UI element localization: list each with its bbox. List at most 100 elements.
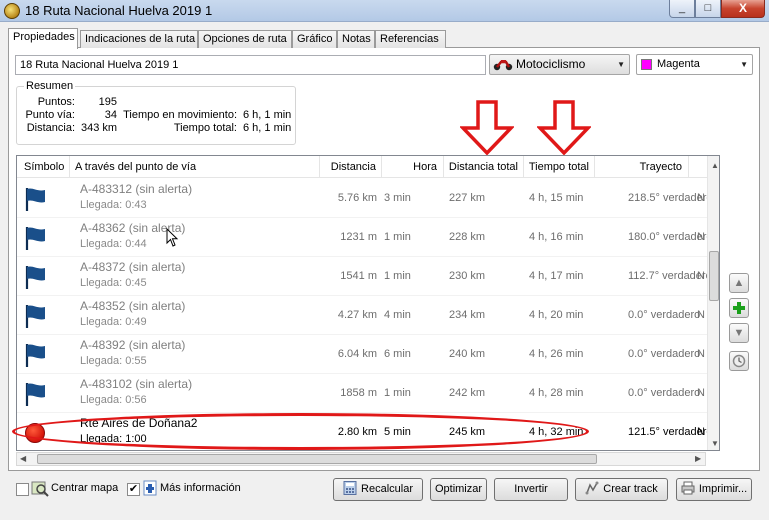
arrival-time: Llegada: 1:00 bbox=[80, 433, 147, 445]
vertical-scrollbar[interactable]: ▲ ▼ bbox=[707, 156, 719, 450]
tab-route-directions[interactable]: Indicaciones de la ruta bbox=[80, 30, 198, 48]
total-time-cell: 4 h, 20 min bbox=[529, 309, 584, 321]
table-row[interactable]: A-48392 (sin alerta) Llegada: 0:55 6.04 km… bbox=[17, 335, 707, 374]
color-swatch bbox=[641, 59, 652, 70]
print-button[interactable]: Imprimir... bbox=[676, 478, 752, 501]
distance-value: 343 km bbox=[81, 122, 118, 134]
move-down-button[interactable]: ▼ bbox=[729, 323, 749, 343]
time-cell: 5 min bbox=[384, 426, 411, 438]
next-column-cell: N bbox=[697, 192, 705, 204]
heading-cell: 0.0° verdadero bbox=[628, 387, 701, 399]
next-column-cell: N bbox=[697, 270, 705, 282]
center-map-icon bbox=[31, 481, 49, 497]
col-total-distance[interactable]: Distancia total bbox=[444, 156, 524, 178]
col-waypoint[interactable]: A través del punto de vía bbox=[70, 156, 320, 178]
maximize-button[interactable]: □ bbox=[695, 0, 721, 18]
time-button[interactable] bbox=[729, 351, 749, 371]
distance-cell: 6.04 km bbox=[337, 348, 377, 360]
flag-icon bbox=[25, 344, 45, 367]
distance-cell: 4.27 km bbox=[337, 309, 377, 321]
via-value: 34 bbox=[104, 109, 117, 121]
table-row[interactable]: A-48362 (sin alerta) Llegada: 0:44 1231 m1… bbox=[17, 218, 713, 257]
via-label: Punto vía: bbox=[25, 109, 75, 121]
next-column-cell: N bbox=[697, 231, 705, 243]
table-row[interactable]: A-483312 (sin alerta) Llegada: 0:43 5.76 k… bbox=[17, 179, 713, 218]
total-time-label: Tiempo total: bbox=[173, 122, 237, 134]
printer-icon bbox=[681, 481, 695, 495]
minimize-button[interactable]: _ bbox=[669, 0, 695, 18]
horizontal-scrollbar[interactable]: ◀ ▶ bbox=[16, 452, 706, 466]
clock-icon bbox=[732, 354, 746, 368]
summary-legend: Resumen bbox=[24, 80, 76, 92]
scroll-left-icon[interactable]: ◀ bbox=[20, 454, 26, 463]
total-time-cell: 4 h, 15 min bbox=[529, 192, 584, 204]
tab-references[interactable]: Referencias bbox=[375, 30, 446, 48]
move-up-button[interactable]: ▲ bbox=[729, 273, 749, 293]
distance-cell: 1231 m bbox=[340, 231, 377, 243]
time-cell: 1 min bbox=[384, 231, 411, 243]
summary-group: Resumen Puntos: 195 Punto vía: 34 Distan… bbox=[16, 80, 296, 145]
points-value: 195 bbox=[98, 96, 117, 108]
time-cell: 4 min bbox=[384, 309, 411, 321]
flag-icon bbox=[25, 266, 45, 289]
total-time-cell: 4 h, 26 min bbox=[529, 348, 584, 360]
waypoint-name: Rte Aires de Doñana2 bbox=[80, 416, 198, 430]
hscroll-thumb[interactable] bbox=[37, 454, 597, 464]
col-distance[interactable]: Distancia bbox=[320, 156, 382, 178]
move-up-icon: ▲ bbox=[733, 277, 745, 289]
color-value: Magenta bbox=[657, 58, 700, 70]
close-button[interactable]: X bbox=[721, 0, 765, 18]
arrival-time: Llegada: 0:45 bbox=[80, 277, 147, 289]
scroll-right-icon[interactable]: ▶ bbox=[695, 454, 701, 463]
table-row[interactable]: A-48372 (sin alerta) Llegada: 0:45 1541 m 1… bbox=[17, 257, 712, 296]
table-row[interactable]: Rte Aires de Doñana2 Llegada: 1:00 2.80 km… bbox=[17, 413, 713, 450]
invert-button[interactable]: Invertir bbox=[494, 478, 568, 501]
scroll-down-icon[interactable]: ▼ bbox=[711, 439, 719, 448]
distance-label: Distancia: bbox=[26, 122, 75, 134]
col-heading[interactable]: Trayecto bbox=[595, 156, 689, 178]
checkmark-icon: ✔ bbox=[128, 483, 139, 495]
flag-icon bbox=[25, 188, 45, 211]
waypoint-table[interactable]: Símbolo A través del punto de vía Distan… bbox=[16, 155, 720, 451]
add-icon bbox=[733, 302, 745, 314]
arrival-time: Llegada: 0:55 bbox=[80, 355, 147, 367]
heading-cell: 0.0° verdadero bbox=[628, 309, 701, 321]
optimize-button[interactable]: Optimizar bbox=[430, 478, 487, 501]
scroll-thumb[interactable] bbox=[709, 251, 719, 301]
color-select[interactable]: Magenta ▼ bbox=[636, 54, 753, 75]
total-time-cell: 4 h, 32 min bbox=[529, 426, 584, 438]
window-title: 18 Ruta Nacional Huelva 2019 1 bbox=[25, 3, 213, 18]
table-row[interactable]: A-483102 (sin alerta) Llegada: 0:56 1858 m… bbox=[17, 374, 707, 413]
col-symbol[interactable]: Símbolo bbox=[17, 156, 70, 178]
create-track-label: Crear track bbox=[603, 483, 658, 495]
tab-properties[interactable]: Propiedades bbox=[8, 28, 78, 49]
arrival-time: Llegada: 0:43 bbox=[80, 199, 147, 211]
activity-select[interactable]: Motociclismo ▼ bbox=[489, 54, 630, 75]
col-total-time[interactable]: Tiempo total bbox=[524, 156, 595, 178]
moving-time-label: Tiempo en movimiento: bbox=[123, 109, 237, 121]
waypoint-name: A-48372 (sin alerta) bbox=[80, 260, 186, 274]
recalculate-button[interactable]: Recalcular bbox=[333, 478, 423, 501]
more-info-label: Más información bbox=[160, 482, 241, 494]
create-track-button[interactable]: Crear track bbox=[575, 478, 668, 501]
tab-graph[interactable]: Gráfico bbox=[292, 30, 337, 48]
table-row[interactable]: A-48352 (sin alerta) Llegada: 0:49 4.27 km… bbox=[17, 296, 707, 335]
more-info-checkbox[interactable]: ✔ bbox=[127, 483, 140, 496]
track-icon bbox=[585, 481, 599, 495]
waypoint-name: A-48352 (sin alerta) bbox=[80, 299, 186, 313]
move-down-icon: ▼ bbox=[733, 327, 745, 339]
total-distance-cell: 227 km bbox=[449, 192, 486, 204]
total-distance-cell: 228 km bbox=[449, 231, 486, 243]
red-arrow-annotation bbox=[460, 100, 514, 156]
calculator-icon bbox=[343, 481, 357, 495]
waypoint-name: A-48392 (sin alerta) bbox=[80, 338, 186, 352]
arrival-time: Llegada: 0:56 bbox=[80, 394, 147, 406]
tab-notes[interactable]: Notas bbox=[337, 30, 375, 48]
col-time[interactable]: Hora bbox=[382, 156, 444, 178]
add-button[interactable] bbox=[729, 298, 749, 318]
scroll-up-icon[interactable]: ▲ bbox=[711, 161, 719, 170]
route-name-input[interactable]: 18 Ruta Nacional Huelva 2019 1 bbox=[15, 55, 486, 75]
chevron-down-icon: ▼ bbox=[740, 60, 748, 69]
center-map-checkbox[interactable] bbox=[16, 483, 29, 496]
tab-route-options[interactable]: Opciones de ruta bbox=[198, 30, 292, 48]
